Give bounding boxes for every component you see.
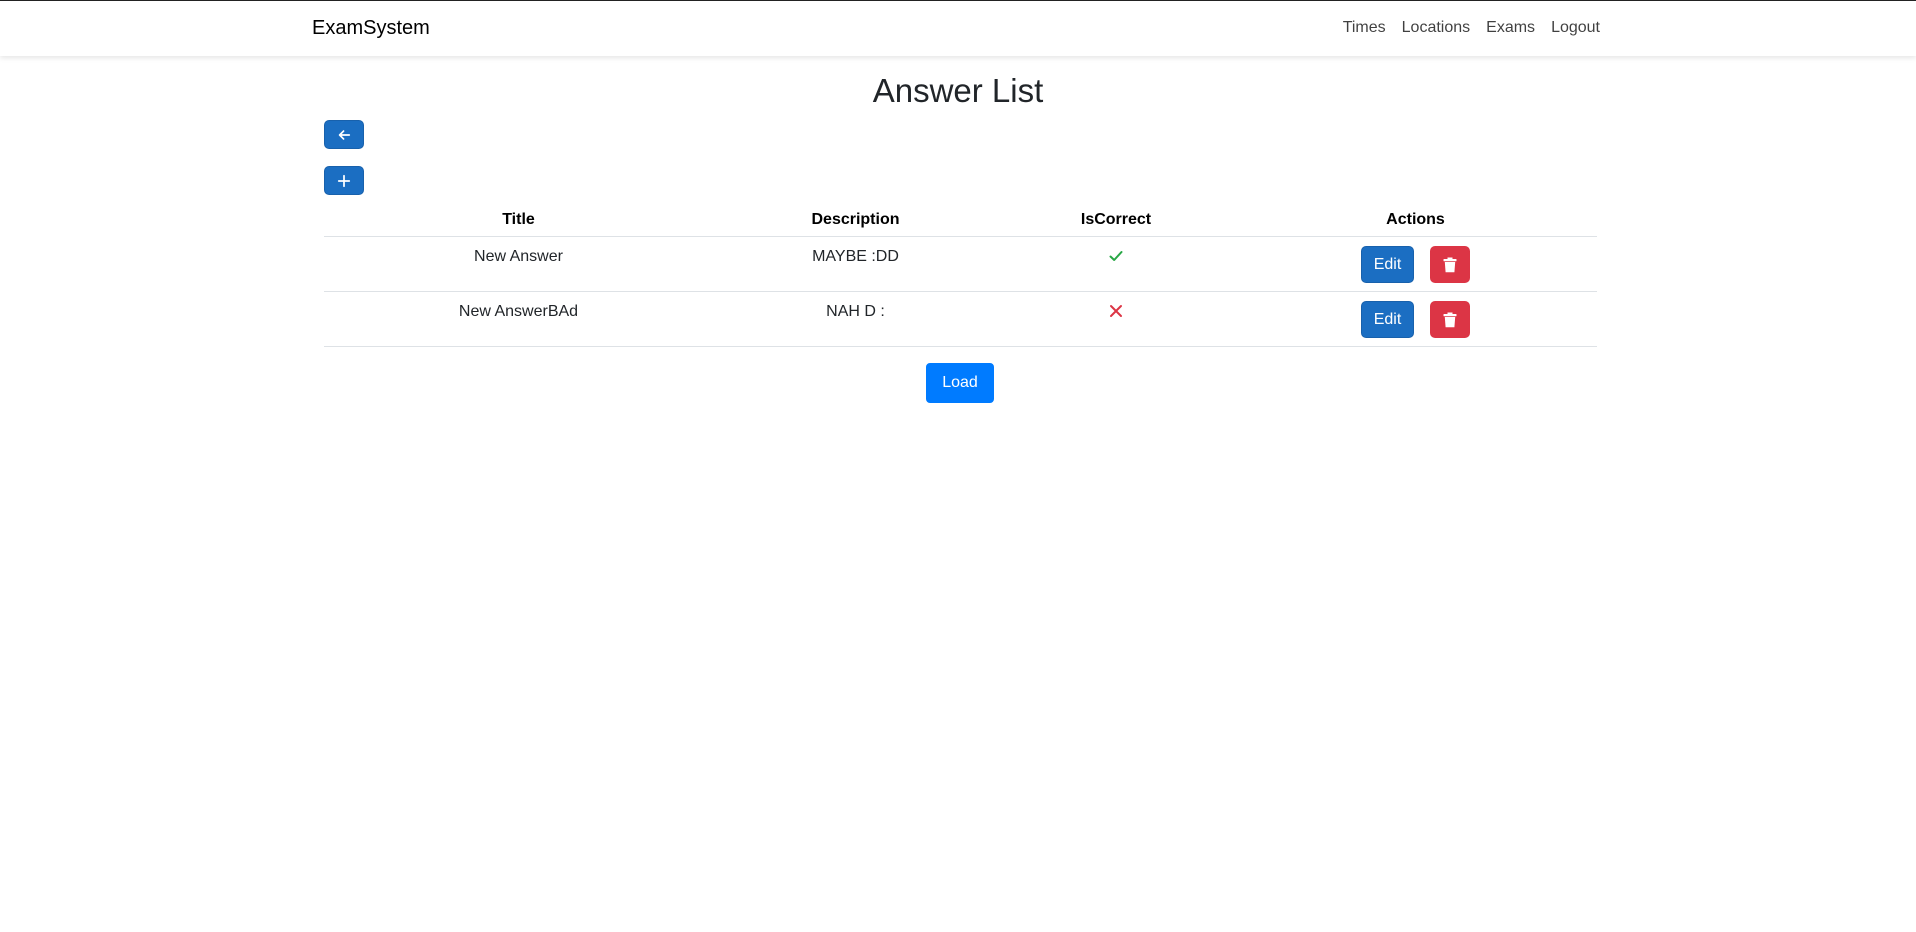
check-icon [1108, 248, 1124, 269]
table-header-row: Title Description IsCorrect Actions [324, 203, 1597, 237]
nav-link-logout[interactable]: Logout [1551, 19, 1600, 37]
row-actions-cell: Edit [1234, 236, 1597, 292]
nav-link-exams[interactable]: Exams [1486, 19, 1535, 37]
cross-icon [1108, 303, 1124, 324]
plus-icon [337, 174, 351, 187]
arrow-left-icon [338, 129, 351, 140]
edit-button[interactable]: Edit [1361, 301, 1414, 338]
brand-link[interactable]: ExamSystem [312, 17, 430, 40]
trash-icon [1443, 312, 1457, 327]
table-row: New Answer MAYBE :DD Edit [324, 236, 1597, 292]
row-description: NAH D : [826, 303, 885, 320]
row-title-cell: New AnswerBAd [324, 291, 713, 347]
edit-button[interactable]: Edit [1361, 246, 1414, 283]
delete-button[interactable] [1430, 246, 1470, 283]
header-iscorrect: IsCorrect [998, 203, 1234, 237]
header-actions: Actions [1234, 203, 1597, 237]
row-description-cell: NAH D : [713, 291, 998, 347]
nav-link-times[interactable]: Times [1343, 19, 1386, 37]
header-description: Description [713, 203, 998, 237]
row-title: New Answer [474, 248, 563, 265]
row-description: MAYBE :DD [812, 248, 899, 265]
row-description-cell: MAYBE :DD [713, 236, 998, 292]
back-button[interactable] [324, 120, 364, 149]
nav-link-locations[interactable]: Locations [1402, 19, 1471, 37]
load-button[interactable]: Load [926, 363, 994, 403]
row-title: New AnswerBAd [458, 303, 579, 320]
top-navbar: ExamSystem Times Locations Exams Logout [0, 0, 1916, 56]
row-iscorrect-cell [998, 291, 1234, 347]
nav-links: Times Locations Exams Logout [1343, 19, 1600, 37]
page-title: Answer List [872, 72, 1044, 109]
row-iscorrect-cell [998, 236, 1234, 292]
add-answer-button[interactable] [324, 166, 364, 195]
delete-button[interactable] [1430, 301, 1470, 338]
row-title-cell: New Answer [324, 236, 713, 292]
header-title: Title [324, 203, 713, 237]
trash-icon [1443, 257, 1457, 272]
answer-table: Title Description IsCorrect Actions New … [324, 203, 1597, 347]
table-row: New AnswerBAd NAH D : Edit [324, 291, 1597, 347]
row-actions-cell: Edit [1234, 291, 1597, 347]
